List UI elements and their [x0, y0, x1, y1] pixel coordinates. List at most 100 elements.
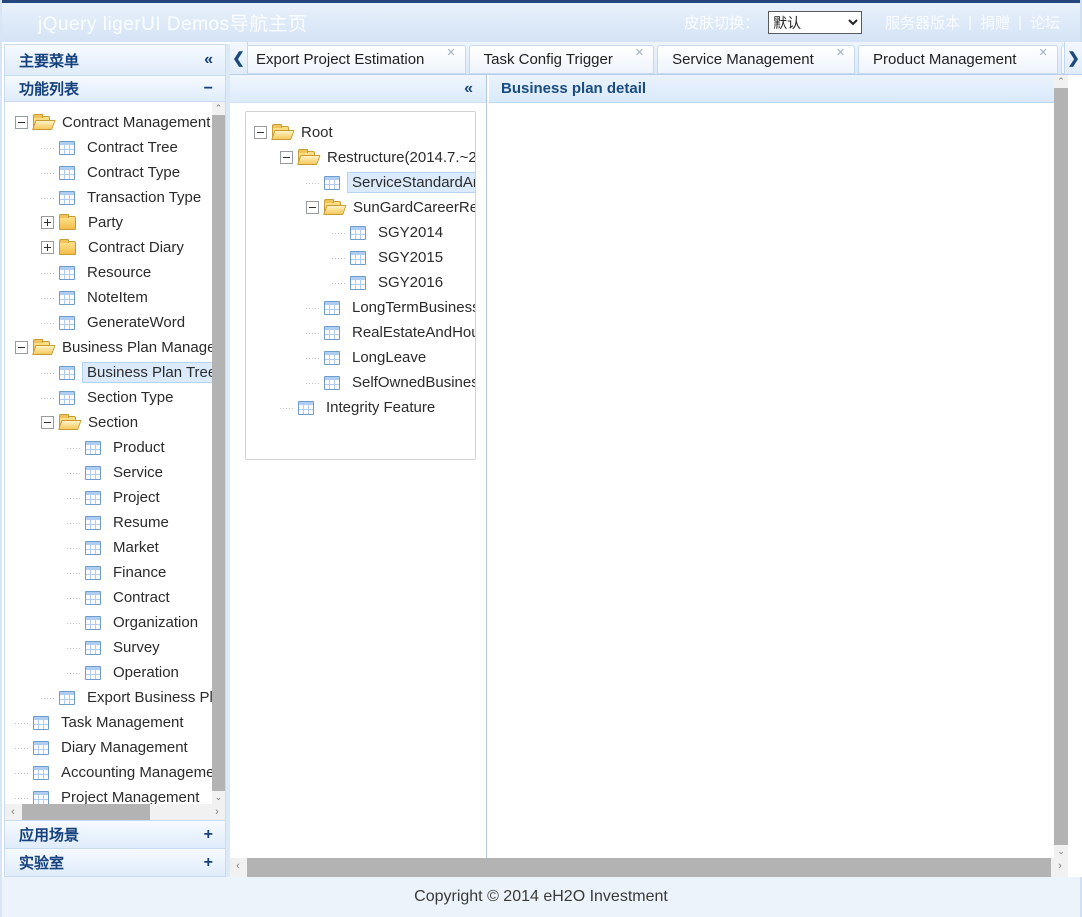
detail-panel-body	[489, 103, 1054, 858]
tree-node[interactable]: Root	[254, 120, 476, 145]
tree-node[interactable]: Export Business Plan	[15, 685, 212, 710]
scrollbar-thumb[interactable]	[212, 115, 225, 791]
tree-node[interactable]: Diary Management	[15, 735, 212, 760]
tree-node[interactable]: RealEstateAndHous	[254, 320, 476, 345]
collapse-icon[interactable]	[306, 201, 319, 214]
tree-node[interactable]: Accounting Management	[15, 760, 212, 785]
tree-node[interactable]: SGY2016	[254, 270, 476, 295]
collapse-icon[interactable]	[15, 116, 28, 129]
tree-node[interactable]: Section Type	[15, 385, 212, 410]
tree-node[interactable]: Task Management	[15, 710, 212, 735]
tree-node[interactable]: Contract	[15, 585, 212, 610]
scroll-up-icon[interactable]: ⌃	[212, 102, 225, 115]
tab-close-icon[interactable]: ✕	[635, 46, 644, 59]
tree-node[interactable]: SelfOwnedBusiness	[254, 370, 476, 395]
sidebar-horizontal-scrollbar[interactable]: ‹ ›	[5, 804, 225, 820]
expand-icon[interactable]	[41, 241, 54, 254]
tree-node[interactable]: NoteItem	[15, 285, 212, 310]
folder-open-icon	[324, 201, 341, 215]
scroll-down-icon[interactable]: ⌄	[1054, 845, 1068, 858]
tree-node[interactable]: Business Plan Management	[15, 335, 212, 360]
tree-node-label: Resource	[82, 262, 156, 283]
main-horizontal-scrollbar[interactable]: ‹ ›	[230, 858, 1068, 877]
tree-node-label: Business Plan Tree	[82, 362, 212, 383]
tree-node[interactable]: Service	[15, 460, 212, 485]
tree-node[interactable]: Product	[15, 435, 212, 460]
tree-node[interactable]: Contract Tree	[15, 135, 212, 160]
table-icon	[350, 251, 366, 265]
tree-node[interactable]: Contract Diary	[15, 235, 212, 260]
expand-plus-icon[interactable]: +	[204, 826, 213, 844]
tree-node[interactable]: LongLeave	[254, 345, 476, 370]
skin-select[interactable]: 默认	[768, 11, 862, 34]
sidebar-title-bar[interactable]: 主要菜单 «	[5, 45, 225, 76]
scroll-right-icon[interactable]: ›	[1052, 858, 1068, 877]
tab-close-icon[interactable]: ✕	[1038, 46, 1047, 59]
tree-node[interactable]: Organization	[15, 610, 212, 635]
table-icon	[59, 266, 75, 280]
collapse-minus-icon[interactable]: −	[204, 80, 213, 98]
scroll-up-icon[interactable]: ⌃	[1054, 75, 1068, 88]
tree-node[interactable]: Restructure(2014.7.~20	[254, 145, 476, 170]
scroll-right-icon[interactable]: ›	[209, 804, 225, 820]
tree-node[interactable]: Party	[15, 210, 212, 235]
tab[interactable]: Service Management✕	[657, 45, 855, 74]
tree-node[interactable]: ServiceStandardAn	[254, 170, 476, 195]
tab[interactable]: Product Management✕	[858, 45, 1058, 74]
tree-node[interactable]: Contract Management	[15, 110, 212, 135]
tree-node[interactable]: SunGardCareerRest	[254, 195, 476, 220]
tree-node[interactable]: Project	[15, 485, 212, 510]
tree-node-label: Diary Management	[56, 737, 193, 758]
tree-node[interactable]: LongTermBusinessD	[254, 295, 476, 320]
scrollbar-thumb[interactable]	[22, 804, 150, 820]
accordion-header-app-scenes[interactable]: 应用场景 +	[5, 820, 225, 848]
tree-node[interactable]: Survey	[15, 635, 212, 660]
link-server-version[interactable]: 服务器版本	[885, 12, 960, 33]
tree-node[interactable]: Integrity Feature	[254, 395, 476, 420]
sidebar-vertical-scrollbar[interactable]: ⌃ ⌄	[212, 102, 225, 804]
tree-node[interactable]: Resource	[15, 260, 212, 285]
tree-node[interactable]: GenerateWord	[15, 310, 212, 335]
scroll-left-icon[interactable]: ‹	[230, 858, 246, 877]
tree-node[interactable]: SGY2014	[254, 220, 476, 245]
main-vertical-scrollbar[interactable]: ⌃ ⌄	[1054, 75, 1068, 858]
tree-node[interactable]: Transaction Type	[15, 185, 212, 210]
tree-node[interactable]: Business Plan Tree	[15, 360, 212, 385]
tree-node[interactable]: Operation	[15, 660, 212, 685]
collapse-icon[interactable]	[15, 341, 28, 354]
tree-node[interactable]: Market	[15, 535, 212, 560]
link-forum[interactable]: 论坛	[1030, 12, 1060, 33]
scroll-left-icon[interactable]: ‹	[5, 804, 21, 820]
folder-closed-icon	[59, 241, 76, 255]
tab[interactable]: Export Project Estimation✕	[248, 45, 466, 74]
tree-connector	[306, 176, 319, 189]
tab-scroll-left-icon[interactable]: ❮	[230, 42, 248, 74]
accordion-header-function-list[interactable]: 功能列表 −	[5, 76, 225, 102]
scrollbar-thumb[interactable]	[1054, 88, 1068, 845]
expand-icon[interactable]	[41, 216, 54, 229]
tree-node[interactable]: Resume	[15, 510, 212, 535]
tab-close-icon[interactable]: ✕	[836, 46, 845, 59]
tree-node-label: NoteItem	[82, 287, 153, 308]
table-icon	[33, 741, 49, 755]
link-donate[interactable]: 捐赠	[980, 12, 1010, 33]
panel-collapse-icon[interactable]: «	[464, 80, 473, 98]
sidebar-collapse-icon[interactable]: «	[204, 51, 213, 69]
tree-node[interactable]: Project Management	[15, 785, 212, 804]
tree-node[interactable]: SGY2015	[254, 245, 476, 270]
tabs-container: Export Project Estimation✕Task Config Tr…	[248, 42, 1066, 74]
collapse-icon[interactable]	[254, 126, 267, 139]
scroll-down-icon[interactable]: ⌄	[212, 791, 225, 804]
tab[interactable]: Task Config Trigger✕	[469, 45, 654, 74]
expand-plus-icon[interactable]: +	[204, 854, 213, 872]
tab-scroll-right-icon[interactable]: ❯	[1064, 42, 1082, 74]
tree-node[interactable]: Finance	[15, 560, 212, 585]
tab-close-icon[interactable]: ✕	[446, 46, 455, 59]
collapse-icon[interactable]	[280, 151, 293, 164]
scrollbar-thumb[interactable]	[247, 858, 1051, 877]
tree-node[interactable]: Contract Type	[15, 160, 212, 185]
accordion-header-lab[interactable]: 实验室 +	[5, 848, 225, 876]
top-bar-right: 皮肤切换： 默认 服务器版本 | 捐赠 | 论坛	[684, 11, 1060, 34]
collapse-icon[interactable]	[41, 416, 54, 429]
tree-node[interactable]: Section	[15, 410, 212, 435]
